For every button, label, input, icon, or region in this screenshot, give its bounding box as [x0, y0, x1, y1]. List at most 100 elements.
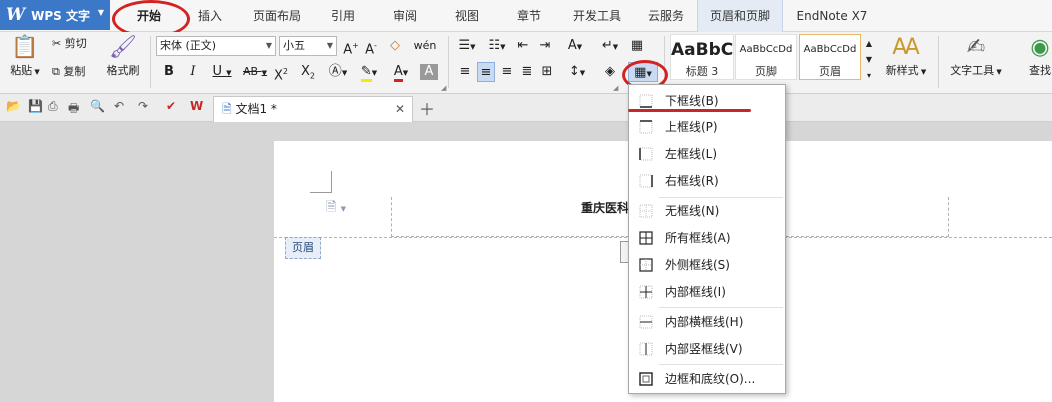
tab-header-footer[interactable]: 页眉和页脚: [697, 0, 783, 32]
grow-font-icon[interactable]: A+: [342, 36, 360, 57]
tab-home[interactable]: 开始: [118, 0, 180, 32]
document-tab-title: 文档1 *: [235, 102, 277, 116]
menu-item-left-border[interactable]: 左框线(L): [630, 141, 784, 167]
menu-item-all-borders[interactable]: 所有框线(A): [630, 225, 784, 251]
header-text[interactable]: 重庆医科: [581, 199, 629, 216]
bullet-list-icon[interactable]: ☰▼: [454, 36, 480, 56]
superscript-icon[interactable]: X2: [272, 62, 290, 83]
tab-insert[interactable]: 插入: [186, 0, 234, 32]
style-label: 标题 3: [685, 65, 719, 78]
menu-separator: [659, 307, 783, 308]
text-effect-icon[interactable]: Ⓐ▼: [326, 62, 350, 82]
align-center-icon[interactable]: ≡: [477, 62, 495, 82]
menu-item-label: 左框线(L): [665, 147, 718, 161]
dialog-launcher-icon[interactable]: ◢: [441, 84, 446, 92]
menu-item-label: 内部横框线(H): [665, 315, 744, 329]
menu-item-inside-vertical-border[interactable]: 内部竖框线(V): [630, 336, 784, 362]
menu-item-outside-borders[interactable]: 外侧框线(S): [630, 252, 784, 278]
menu-item-no-border[interactable]: 无框线(N): [630, 198, 784, 224]
subscript-icon[interactable]: X2: [298, 62, 318, 82]
table-icon[interactable]: ▦: [628, 36, 646, 56]
chevron-down-icon: ▼: [326, 41, 333, 50]
borders-dropdown-button[interactable]: ▦▼: [628, 62, 658, 82]
chevron-down-icon: ▼: [265, 41, 272, 50]
menu-item-label: 内部竖框线(V): [665, 342, 743, 356]
wps-docer-icon[interactable]: W: [190, 99, 203, 113]
tab-endnote[interactable]: EndNote X7: [790, 0, 874, 32]
justify-icon[interactable]: ≣: [518, 62, 536, 82]
show-hide-marks-icon[interactable]: ↵▼: [598, 36, 622, 56]
new-style-button[interactable]: Ꜳ 新样式 ▼: [880, 34, 932, 78]
italic-icon[interactable]: I: [184, 62, 202, 82]
font-color-icon[interactable]: A▼: [388, 62, 414, 82]
checkmark-icon[interactable]: ✔: [166, 99, 176, 113]
chinese-layout-icon[interactable]: A▼: [562, 36, 588, 56]
border-inside-horizontal-icon: [639, 315, 653, 329]
menu-item-borders-and-shading[interactable]: 边框和底纹(O)...: [630, 366, 784, 392]
dialog-launcher-icon[interactable]: ◢: [613, 84, 618, 92]
underline-icon[interactable]: U ▼: [208, 62, 236, 82]
borders-dropdown-menu: 下框线(B) 上框线(P) 左框线(L) 右框线(R) 无框线(N) 所有框线(…: [628, 84, 786, 394]
numbered-list-icon[interactable]: ☷▼: [484, 36, 510, 56]
find-button[interactable]: ◉ 查找: [1022, 34, 1052, 78]
font-name-select[interactable]: 宋体 (正文) ▼: [156, 36, 276, 56]
character-shading-icon[interactable]: A: [420, 64, 438, 80]
tab-view[interactable]: 视图: [444, 0, 490, 32]
increase-indent-icon[interactable]: ⇥: [536, 36, 554, 56]
close-icon[interactable]: ✕: [395, 97, 405, 121]
ribbon-separator: [664, 36, 665, 88]
style-heading-3[interactable]: AaBbC 标题 3: [670, 34, 734, 80]
menu-item-top-border[interactable]: 上框线(P): [630, 114, 784, 140]
tab-references[interactable]: 引用: [320, 0, 366, 32]
align-left-icon[interactable]: ≡: [456, 62, 474, 82]
document-tab[interactable]: 🗎 文档1 * ✕: [213, 96, 413, 122]
tab-cloud-services[interactable]: 云服务: [640, 0, 692, 32]
chevron-down-icon: ▼: [97, 8, 104, 17]
style-header[interactable]: AaBbCcDd 页眉: [799, 34, 861, 80]
copy-icon: ⧉: [52, 65, 60, 78]
paste-button[interactable]: 📋 粘贴 ▼: [6, 34, 44, 78]
copy-button[interactable]: ⧉ 复制: [52, 62, 85, 82]
print-icon[interactable]: 🖶: [68, 99, 79, 120]
save-icon[interactable]: 💾: [28, 99, 43, 113]
line-spacing-icon[interactable]: ↕▼: [564, 62, 590, 82]
menu-item-label: 边框和底纹(O)...: [665, 372, 756, 386]
menu-item-inside-borders[interactable]: 内部框线(I): [630, 279, 784, 305]
shrink-font-icon[interactable]: A-: [362, 36, 380, 57]
new-tab-plus-icon[interactable]: ＋: [419, 96, 435, 120]
distribute-icon[interactable]: ⊞: [538, 62, 556, 82]
format-painter-label: 格式刷: [106, 64, 140, 77]
paste-options-icon[interactable]: 🗎 ▼: [326, 198, 346, 220]
menu-item-label: 无框线(N): [665, 204, 720, 218]
menu-item-right-border[interactable]: 右框线(R): [630, 168, 784, 194]
text-tools-button[interactable]: ✍ 文字工具 ▼: [946, 34, 1006, 78]
tab-review[interactable]: 审阅: [382, 0, 428, 32]
paragraph-shading-icon[interactable]: ◈: [598, 62, 622, 82]
strikethrough-icon[interactable]: AB ▼: [240, 62, 270, 82]
decrease-indent-icon[interactable]: ⇤: [514, 36, 532, 56]
tab-developer[interactable]: 开发工具: [564, 0, 630, 32]
ribbon-separator: [448, 36, 449, 88]
highlight-icon[interactable]: ✎▼: [354, 62, 384, 82]
style-footer[interactable]: AaBbCcDd 页脚: [735, 34, 797, 80]
cut-button[interactable]: ✂ 剪切: [52, 34, 87, 54]
format-painter-button[interactable]: 🖌 格式刷: [102, 34, 144, 78]
menu-item-inside-horizontal-border[interactable]: 内部横框线(H): [630, 309, 784, 335]
print-preview-icon[interactable]: 🔍: [90, 99, 105, 113]
scissors-icon: ✂: [52, 37, 62, 50]
font-size-select[interactable]: 小五 ▼: [279, 36, 337, 56]
clear-format-icon[interactable]: ◇: [386, 36, 404, 56]
phonetic-guide-icon[interactable]: wén: [412, 36, 438, 56]
align-right-icon[interactable]: ≡: [498, 62, 516, 82]
open-folder-icon[interactable]: 📂: [6, 99, 21, 113]
gallery-expand-icon[interactable]: ▾: [863, 66, 875, 86]
bold-icon[interactable]: B: [160, 62, 178, 82]
app-title: WPS 文字: [31, 8, 90, 23]
undo-icon[interactable]: ↶: [114, 99, 124, 113]
redo-icon[interactable]: ↷: [138, 99, 148, 113]
tab-page-layout[interactable]: 页面布局: [244, 0, 310, 32]
menu-item-label: 右框线(R): [665, 174, 719, 188]
tab-chapter[interactable]: 章节: [506, 0, 552, 32]
wps-app-menu-button[interactable]: W WPS 文字 ▼: [0, 0, 110, 30]
export-pdf-icon[interactable]: ⎙: [48, 99, 58, 114]
